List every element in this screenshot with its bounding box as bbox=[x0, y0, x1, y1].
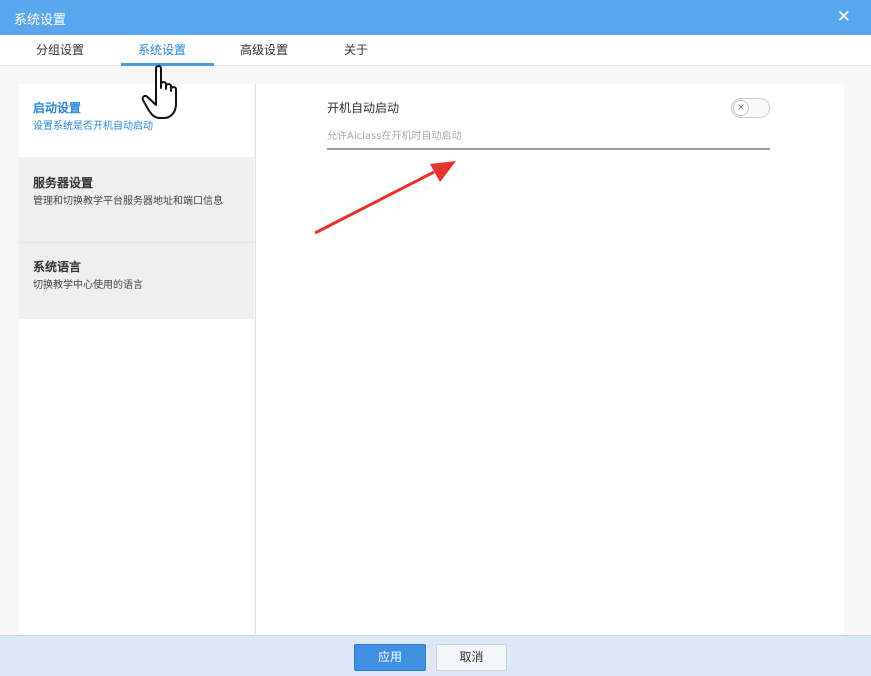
tab-about[interactable]: 关于 bbox=[344, 41, 368, 58]
sidebar-item-startup[interactable]: 启动设置 设置系统是否开机自动启动 bbox=[19, 84, 254, 157]
sidebar-item-desc: 设置系统是否开机自动启动 bbox=[33, 121, 153, 132]
tab-advanced-settings[interactable]: 高级设置 bbox=[240, 41, 288, 58]
dialog-footer: 应用 取消 bbox=[0, 635, 871, 676]
toggle-off-icon: × bbox=[733, 100, 749, 116]
tab-system-settings[interactable]: 系统设置 bbox=[138, 41, 186, 58]
sidebar-item-language[interactable]: 系统语言 切换教学中心使用的语言 bbox=[19, 243, 254, 319]
hand-cursor-icon bbox=[141, 65, 177, 119]
tab-bar: 分组设置 系统设置 高级设置 关于 bbox=[0, 35, 871, 66]
window-titlebar: 系统设置 ✕ bbox=[0, 0, 871, 35]
settings-detail-panel bbox=[255, 84, 844, 635]
sidebar-item-title: 系统语言 bbox=[33, 260, 82, 274]
autostart-description: 允许Aiclass在开机时自动启动 bbox=[327, 131, 462, 142]
close-icon[interactable]: ✕ bbox=[837, 7, 851, 27]
sidebar-item-server[interactable]: 服务器设置 管理和切换教学平台服务器地址和端口信息 bbox=[19, 157, 254, 242]
autostart-label: 开机自动启动 bbox=[327, 101, 400, 115]
cancel-button[interactable]: 取消 bbox=[436, 644, 507, 671]
sidebar-item-desc: 管理和切换教学平台服务器地址和端口信息 bbox=[33, 196, 223, 207]
window-title: 系统设置 bbox=[14, 13, 67, 28]
autostart-toggle[interactable]: × bbox=[731, 98, 770, 118]
apply-button[interactable]: 应用 bbox=[354, 644, 426, 671]
sidebar-item-desc: 切换教学中心使用的语言 bbox=[33, 280, 143, 291]
sidebar-item-title: 服务器设置 bbox=[33, 176, 94, 190]
tab-group-settings[interactable]: 分组设置 bbox=[36, 41, 84, 58]
sidebar-item-title: 启动设置 bbox=[33, 101, 82, 115]
setting-divider bbox=[327, 148, 770, 150]
